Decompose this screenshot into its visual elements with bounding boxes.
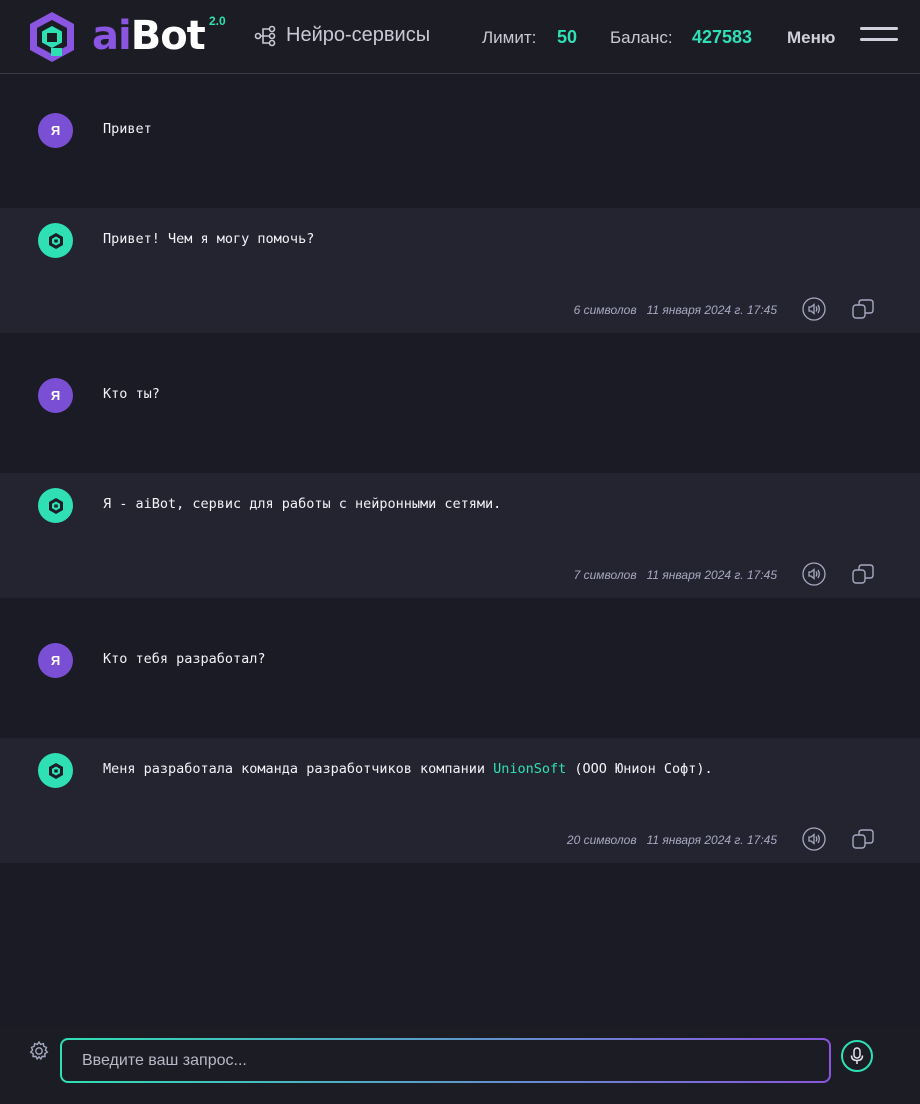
services-label: Нейро-сервисы: [286, 24, 431, 46]
query-input[interactable]: [62, 1040, 829, 1081]
message-text: Привет! Чем я могу помочь?: [103, 231, 315, 247]
bot-icon: [48, 762, 63, 779]
bot-avatar: [38, 223, 73, 258]
copy-icon[interactable]: [850, 561, 876, 587]
user-avatar: Я: [38, 378, 73, 413]
message-meta: 6 символов 11 января 2024 г. 17:45: [574, 303, 777, 317]
user-avatar: Я: [38, 113, 73, 148]
services-link[interactable]: Нейро-сервисы: [254, 24, 430, 47]
logo-icon[interactable]: [26, 10, 78, 64]
message-text: Привет: [103, 121, 152, 137]
user-avatar: Я: [38, 643, 73, 678]
logo-text: aiBot: [92, 13, 206, 59]
speaker-icon[interactable]: [801, 296, 827, 322]
message-text: Я - aiBot, сервис для работы с нейронным…: [103, 496, 502, 512]
limit-value: 50: [557, 27, 578, 47]
services-icon: [254, 25, 276, 46]
bot-icon: [48, 497, 63, 514]
speaker-icon[interactable]: [801, 826, 827, 852]
unionsoft-link[interactable]: UnionSoft: [493, 761, 566, 777]
copy-icon[interactable]: [850, 826, 876, 852]
char-count: 7 символов: [573, 568, 637, 582]
message-text: Меня разработала команда разработчиков к…: [103, 761, 713, 777]
chat-message-bot: Привет! Чем я могу помочь? 6 символов 11 …: [0, 208, 920, 333]
limit-label: Лимит:: [482, 28, 537, 47]
message-text-part: (ООО Юнион Софт).: [566, 761, 713, 777]
char-count: 6 символов: [573, 303, 637, 317]
chat-message-bot: Меня разработала команда разработчиков к…: [0, 738, 920, 863]
chat-message-bot: Я - aiBot, сервис для работы с нейронным…: [0, 473, 920, 598]
bot-icon: [48, 232, 63, 249]
message-text-part: Меня разработала команда разработчиков к…: [103, 761, 494, 777]
message-date: 11 января 2024 г. 17:45: [646, 833, 777, 847]
logo-version: 2.0: [209, 14, 226, 28]
message-meta: 7 символов 11 января 2024 г. 17:45: [574, 568, 777, 582]
bot-avatar: [38, 488, 73, 523]
menu-button[interactable]: Меню: [787, 28, 835, 48]
message-date: 11 января 2024 г. 17:45: [646, 568, 777, 582]
menu-icon[interactable]: [860, 27, 900, 47]
balance-value: 427583: [692, 27, 753, 47]
message-text: Кто ты?: [103, 386, 160, 402]
microphone-button[interactable]: [841, 1040, 873, 1072]
settings-icon[interactable]: [28, 1040, 50, 1062]
chat-message-user: Я Кто ты?: [0, 333, 920, 473]
message-date: 11 января 2024 г. 17:45: [646, 303, 777, 317]
message-text: Кто тебя разработал?: [103, 651, 266, 667]
message-meta: 20 символов 11 января 2024 г. 17:45: [567, 833, 777, 847]
query-input-frame: [60, 1038, 831, 1083]
copy-icon[interactable]: [850, 296, 876, 322]
speaker-icon[interactable]: [801, 561, 827, 587]
bot-avatar: [38, 753, 73, 788]
chat-message-user: Я Привет: [0, 75, 920, 208]
chat-message-user: Я Кто тебя разработал?: [0, 598, 920, 738]
balance-label: Баланс:: [610, 28, 673, 47]
microphone-icon: [850, 1047, 864, 1064]
header: aiBot 2.0 Нейро-сервисы Лимит: 50 Баланс…: [0, 0, 920, 74]
char-count: 20 символов: [566, 833, 637, 847]
